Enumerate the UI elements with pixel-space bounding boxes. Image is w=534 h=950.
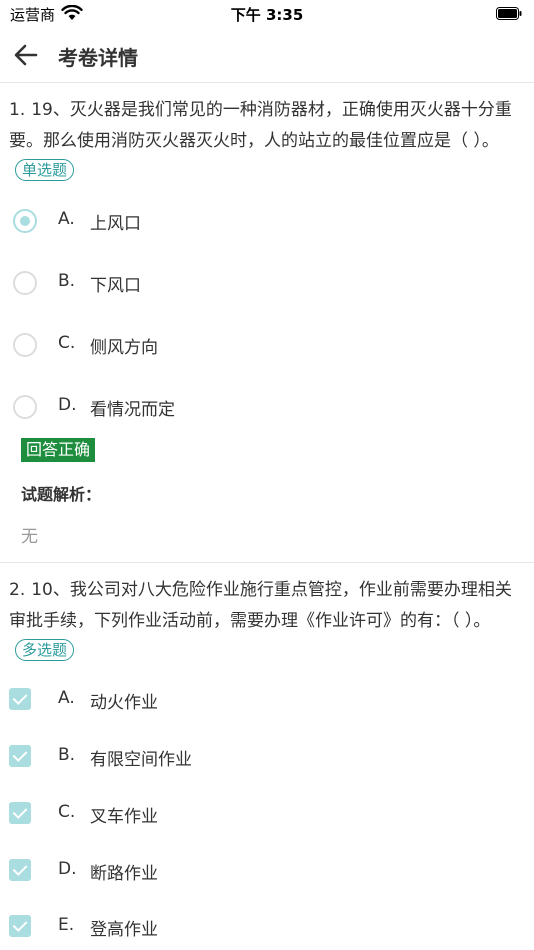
option-d[interactable]: D. 断路作业 bbox=[0, 851, 534, 891]
option-c[interactable]: C. 叉车作业 bbox=[0, 794, 534, 834]
option-c[interactable]: C. 侧风方向 bbox=[0, 325, 534, 365]
radio[interactable] bbox=[13, 395, 37, 419]
option-text: 动火作业 bbox=[90, 693, 158, 713]
question-1: 1. 19、灭火器是我们常见的一种消防器材，正确使用灭火器十分重要。那么使用消防灭… bbox=[0, 83, 534, 563]
option-text: 叉车作业 bbox=[90, 807, 158, 827]
nav-bar: 考卷详情 bbox=[0, 28, 534, 83]
analysis-text: 无 bbox=[21, 527, 38, 547]
option-text: 看情况而定 bbox=[90, 400, 175, 420]
question-stem: 10、我公司对八大危险作业施行重点管控，作业前需要办理相关审批手续，下列作业活动… bbox=[9, 580, 512, 631]
option-letter: A. bbox=[58, 688, 75, 708]
question-text: 1. 19、灭火器是我们常见的一种消防器材，正确使用灭火器十分重要。那么使用消防灭… bbox=[9, 95, 517, 188]
option-text: 有限空间作业 bbox=[90, 750, 192, 770]
option-text: 登高作业 bbox=[90, 920, 158, 940]
radio[interactable] bbox=[13, 271, 37, 295]
option-letter: E. bbox=[58, 915, 75, 935]
radio-selected[interactable] bbox=[13, 209, 37, 233]
option-letter: D. bbox=[58, 859, 77, 879]
option-text: 下风口 bbox=[90, 276, 141, 296]
option-text: 上风口 bbox=[90, 214, 141, 234]
battery-icon bbox=[496, 7, 522, 20]
checkbox-checked[interactable] bbox=[9, 688, 31, 710]
page-title: 考卷详情 bbox=[58, 46, 138, 70]
question-2: 2. 10、我公司对八大危险作业施行重点管控，作业前需要办理相关审批手续，下列作业… bbox=[0, 563, 534, 950]
option-a[interactable]: A. 上风口 bbox=[0, 201, 534, 241]
option-letter: C. bbox=[58, 333, 76, 353]
option-letter: A. bbox=[58, 209, 75, 229]
option-e[interactable]: E. 登高作业 bbox=[0, 907, 534, 947]
option-letter: B. bbox=[58, 745, 76, 765]
analysis-label: 试题解析： bbox=[21, 485, 102, 504]
option-text: 断路作业 bbox=[90, 864, 158, 884]
question-number: 1. bbox=[9, 100, 26, 120]
question-number: 2. bbox=[9, 580, 26, 600]
option-letter: C. bbox=[58, 802, 76, 822]
checkbox-checked[interactable] bbox=[9, 859, 31, 881]
radio[interactable] bbox=[13, 333, 37, 357]
option-a[interactable]: A. 动火作业 bbox=[0, 680, 534, 720]
arrow-left-icon[interactable] bbox=[12, 41, 40, 69]
option-letter: B. bbox=[58, 271, 76, 291]
question-text: 2. 10、我公司对八大危险作业施行重点管控，作业前需要办理相关审批手续，下列作业… bbox=[9, 575, 517, 668]
status-time: 下午 3:35 bbox=[230, 6, 304, 24]
option-text: 侧风方向 bbox=[90, 338, 158, 358]
result-badge: 回答正确 bbox=[21, 438, 96, 462]
checkbox-checked[interactable] bbox=[9, 745, 31, 767]
option-d[interactable]: D. 看情况而定 bbox=[0, 387, 534, 427]
checkbox-checked[interactable] bbox=[9, 915, 31, 937]
option-letter: D. bbox=[58, 395, 77, 415]
question-type-tag: 多选题 bbox=[15, 639, 75, 661]
question-stem: 19、灭火器是我们常见的一种消防器材，正确使用灭火器十分重要。那么使用消防灭火器… bbox=[9, 100, 512, 151]
option-b[interactable]: B. 下风口 bbox=[0, 263, 534, 303]
checkbox-checked[interactable] bbox=[9, 802, 31, 824]
option-b[interactable]: B. 有限空间作业 bbox=[0, 737, 534, 777]
question-type-tag: 单选题 bbox=[15, 159, 75, 181]
status-bar: 运营商 下午 3:35 bbox=[0, 0, 534, 28]
